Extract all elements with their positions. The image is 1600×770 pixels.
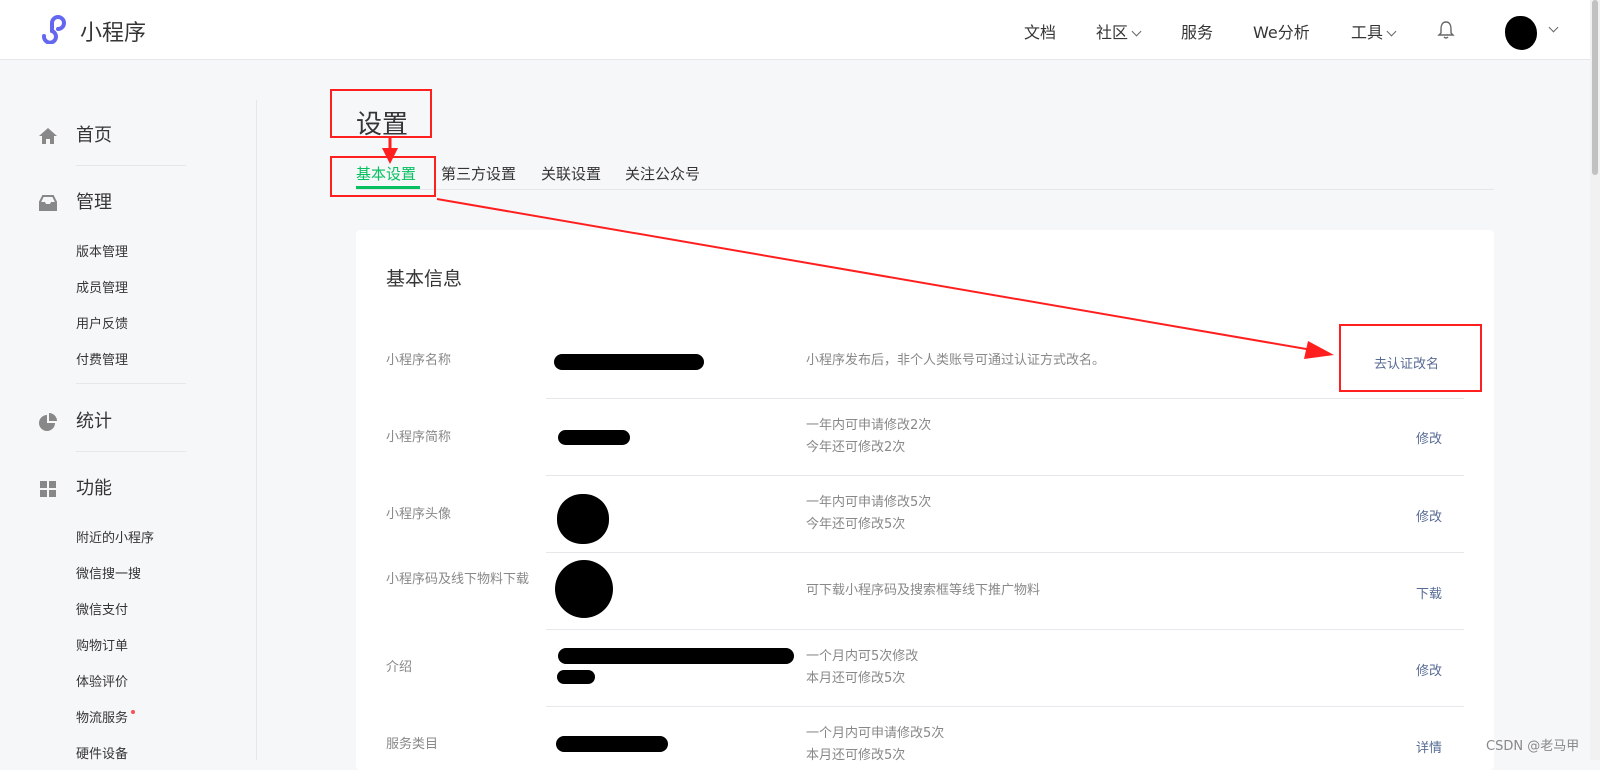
sidebar-section-stats[interactable]: 统计 — [38, 407, 112, 433]
tab-third-party[interactable]: 第三方设置 — [441, 163, 516, 184]
avatar[interactable] — [1505, 16, 1537, 50]
annotation-box-tab — [330, 156, 436, 197]
nav-community[interactable]: 社区 — [1096, 19, 1142, 43]
category-details-link[interactable]: 详情 — [1416, 737, 1442, 756]
nav-tools[interactable]: 工具 — [1351, 19, 1397, 43]
sidebar-item-reviews[interactable]: 体验评价 — [76, 671, 128, 690]
sidebar-section-home[interactable]: 首页 — [38, 121, 112, 147]
new-badge-dot — [131, 710, 136, 714]
nav-services[interactable]: 服务 — [1181, 19, 1213, 43]
row-tip: 可下载小程序码及搜索框等线下推广物料 — [806, 583, 1041, 598]
sidebar-divider — [76, 165, 186, 166]
tab-follow-account[interactable]: 关注公众号 — [625, 163, 700, 184]
sidebar-item-search[interactable]: 微信搜一搜 — [76, 563, 141, 582]
sidebar-item-hardware[interactable]: 硬件设备 — [76, 743, 128, 762]
redacted-value — [557, 670, 595, 684]
chevron-down-icon — [1131, 26, 1142, 37]
row-tip: 一个月内可5次修改 — [806, 649, 919, 664]
annotation-box-title — [330, 89, 432, 138]
download-link[interactable]: 下载 — [1416, 583, 1442, 602]
edit-intro-link[interactable]: 修改 — [1416, 660, 1442, 679]
top-bar: 小程序 文档 社区 服务 We分析 工具 — [0, 0, 1600, 60]
page-scrollbar[interactable] — [1590, 0, 1600, 760]
row-divider — [546, 706, 1464, 707]
nav-community-label: 社区 — [1096, 23, 1129, 42]
sidebar-section-label: 管理 — [76, 192, 112, 213]
grid-icon — [40, 481, 56, 497]
redacted-avatar — [557, 494, 609, 544]
row-tip: 今年还可修改5次 — [806, 517, 906, 532]
sidebar-divider — [76, 451, 186, 452]
redacted-qrcode — [555, 560, 613, 618]
sidebar-item-feedback[interactable]: 用户反馈 — [76, 313, 128, 332]
nav-we-analytics[interactable]: We分析 — [1253, 19, 1310, 43]
bell-icon[interactable] — [1437, 20, 1455, 40]
redacted-value — [556, 736, 668, 752]
sidebar-item-nearby[interactable]: 附近的小程序 — [76, 527, 154, 546]
brand-name[interactable]: 小程序 — [80, 15, 146, 47]
nav-tools-label: 工具 — [1351, 23, 1384, 42]
sidebar-item-logistics[interactable]: 物流服务 — [76, 707, 136, 726]
row-tip: 一个月内可申请修改5次 — [806, 726, 945, 741]
sidebar-item-version[interactable]: 版本管理 — [76, 241, 128, 260]
row-tip: 一年内可申请修改5次 — [806, 495, 932, 510]
nav-docs[interactable]: 文档 — [1024, 19, 1056, 43]
row-label-avatar: 小程序头像 — [386, 507, 452, 522]
home-icon — [39, 128, 57, 144]
inbox-icon — [39, 195, 57, 211]
row-label-qrcode: 小程序码及线下物料下载 — [386, 572, 530, 587]
row-label-intro: 介绍 — [386, 660, 413, 675]
sidebar-divider — [76, 383, 186, 384]
row-tip: 小程序发布后，非个人类账号可通过认证方式改名。 — [806, 353, 1106, 368]
row-divider — [546, 629, 1464, 630]
redacted-value — [558, 430, 630, 445]
sidebar-item-label: 物流服务 — [76, 711, 129, 726]
row-divider — [546, 552, 1464, 553]
sidebar-divider — [256, 100, 257, 760]
row-divider — [546, 398, 1464, 399]
chevron-down-icon — [1386, 26, 1397, 37]
sidebar-section-manage[interactable]: 管理 — [38, 188, 112, 214]
row-tip: 本月还可修改5次 — [806, 671, 906, 686]
sidebar-section-label: 首页 — [76, 125, 112, 146]
row-tip: 本月还可修改5次 — [806, 748, 906, 763]
sidebar-item-wechat-pay[interactable]: 微信支付 — [76, 599, 128, 618]
redacted-value — [558, 648, 794, 664]
annotation-box-rename — [1339, 324, 1482, 392]
tab-linked-settings[interactable]: 关联设置 — [541, 163, 601, 184]
card-title: 基本信息 — [386, 268, 463, 290]
mini-program-logo-icon[interactable] — [38, 14, 72, 44]
sidebar-section-label: 统计 — [76, 411, 112, 432]
row-tip: 今年还可修改2次 — [806, 440, 906, 455]
row-label-name: 小程序名称 — [386, 353, 452, 368]
chevron-down-icon[interactable] — [1548, 22, 1559, 33]
edit-short-name-link[interactable]: 修改 — [1416, 428, 1442, 447]
pie-chart-icon — [39, 413, 57, 431]
sidebar-section-label: 功能 — [76, 478, 112, 499]
sidebar-item-orders[interactable]: 购物订单 — [76, 635, 128, 654]
scrollbar-thumb[interactable] — [1592, 0, 1598, 175]
sidebar-item-payment[interactable]: 付费管理 — [76, 349, 128, 368]
sidebar-section-features[interactable]: 功能 — [38, 474, 112, 500]
row-tip: 一年内可申请修改2次 — [806, 418, 932, 433]
sidebar-item-members[interactable]: 成员管理 — [76, 277, 128, 296]
watermark: CSDN @老马甲 — [1486, 739, 1580, 754]
row-label-short-name: 小程序简称 — [386, 430, 452, 445]
row-label-category: 服务类目 — [386, 737, 439, 752]
tabs-divider — [356, 189, 1494, 190]
row-divider — [546, 475, 1464, 476]
edit-avatar-link[interactable]: 修改 — [1416, 506, 1442, 525]
redacted-value — [554, 354, 704, 370]
